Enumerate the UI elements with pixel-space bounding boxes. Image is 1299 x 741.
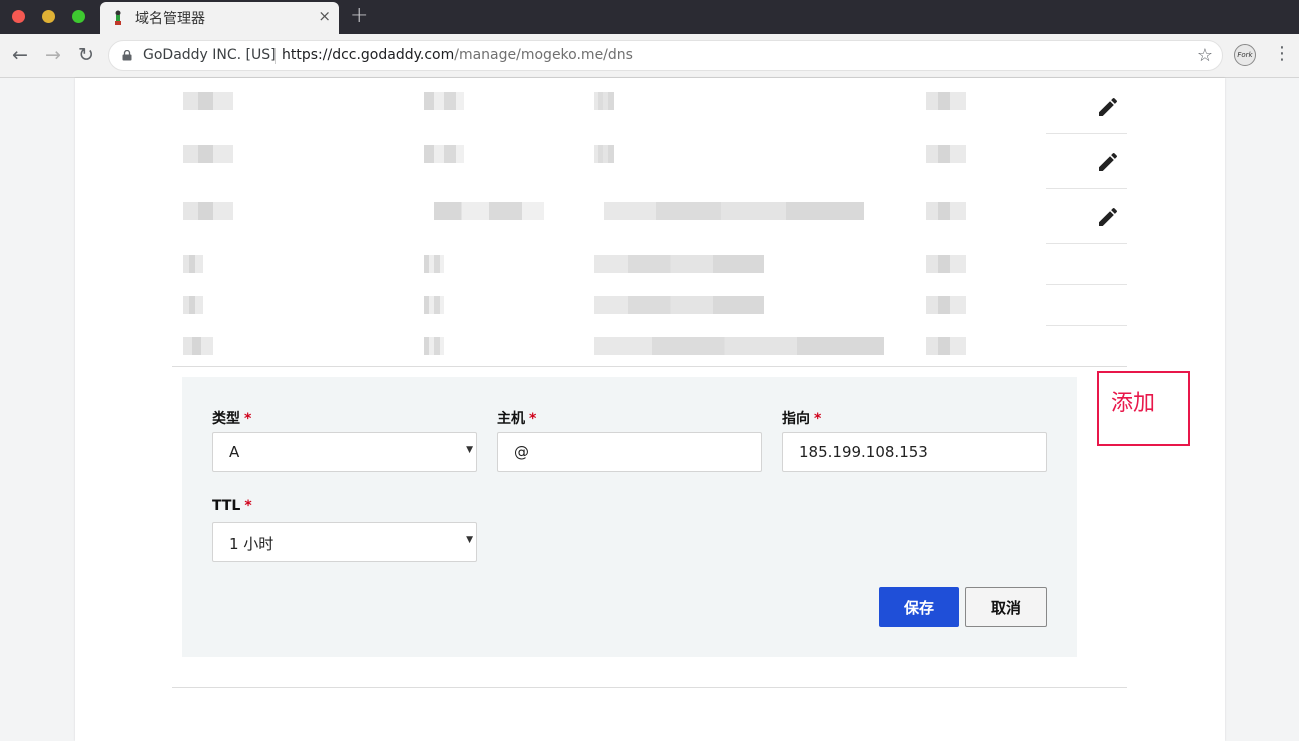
redacted-cell	[424, 145, 464, 163]
save-button[interactable]: 保存	[879, 587, 959, 627]
godaddy-favicon-icon	[115, 10, 121, 25]
ttl-label: TTL *	[212, 498, 252, 514]
browser-menu-icon[interactable]: ⋮	[1273, 44, 1291, 64]
profile-avatar[interactable]: Fork	[1234, 44, 1256, 66]
redacted-cell	[183, 337, 213, 355]
host-input[interactable]: @	[497, 432, 762, 472]
tab-close-icon[interactable]: ×	[318, 7, 331, 25]
dns-records-card: 类型 * A ▼ 主机 * @ 指向 * 185.199.108.153 TTL * 1…	[75, 78, 1225, 741]
pencil-icon[interactable]	[1096, 95, 1120, 119]
required-mark: *	[529, 411, 537, 427]
url-path: /manage/mogeko.me/dns	[454, 47, 633, 63]
redacted-cell	[926, 145, 966, 163]
back-arrow-icon[interactable]: ←	[12, 45, 28, 65]
redacted-cell	[594, 255, 764, 273]
table-bottom-divider	[172, 366, 1127, 367]
url-text[interactable]: https://dcc.godaddy.com/manage/mogeko.me…	[282, 47, 633, 63]
redacted-cell	[594, 296, 764, 314]
pencil-icon[interactable]	[1096, 205, 1120, 229]
select-arrow-icon: ▼	[466, 535, 473, 545]
redacted-cell	[424, 255, 444, 273]
add-annotation-box: 添加	[1097, 371, 1190, 446]
redacted-cell	[604, 202, 864, 220]
required-mark: *	[244, 498, 252, 514]
url-scheme: https://	[282, 47, 333, 63]
required-mark: *	[814, 411, 822, 427]
redacted-cell	[926, 202, 966, 220]
cancel-button[interactable]: 取消	[965, 587, 1047, 627]
browser-tab[interactable]: 域名管理器 ×	[100, 2, 339, 34]
required-mark: *	[244, 411, 252, 427]
redacted-cell	[424, 337, 444, 355]
select-arrow-icon: ▼	[466, 445, 473, 455]
redacted-cell	[183, 255, 203, 273]
redacted-cell	[594, 145, 614, 163]
address-bar[interactable]: GoDaddy INC. [US] https://dcc.godaddy.co…	[108, 40, 1223, 71]
forward-arrow-icon[interactable]: →	[45, 45, 61, 65]
bookmark-star-icon[interactable]: ☆	[1197, 45, 1213, 66]
section-divider	[172, 687, 1127, 688]
row-divider	[1046, 325, 1127, 326]
redacted-cell	[424, 92, 464, 110]
row-divider	[1046, 243, 1127, 244]
window-minimize-button[interactable]	[42, 10, 55, 23]
redacted-cell	[434, 202, 544, 220]
redacted-cell	[183, 145, 233, 163]
tab-title: 域名管理器	[135, 11, 205, 27]
host-label: 主机 *	[497, 411, 537, 427]
row-divider	[1046, 188, 1127, 189]
ttl-select-value: 1 小时	[229, 535, 274, 553]
redacted-cell	[183, 296, 203, 314]
redacted-cell	[424, 296, 444, 314]
points-to-input-value: 185.199.108.153	[799, 443, 928, 461]
redacted-cell	[926, 337, 966, 355]
lock-icon	[122, 50, 132, 61]
redacted-cell	[926, 92, 966, 110]
new-tab-icon[interactable]: +	[350, 3, 368, 28]
url-host: dcc.godaddy.com	[332, 47, 455, 63]
points-to-input[interactable]: 185.199.108.153	[782, 432, 1047, 472]
redacted-cell	[926, 296, 966, 314]
redacted-cell	[183, 92, 233, 110]
row-divider	[1046, 284, 1127, 285]
redacted-cell	[594, 337, 884, 355]
pencil-icon[interactable]	[1096, 150, 1120, 174]
type-select[interactable]: A ▼	[212, 432, 477, 472]
row-divider	[1046, 133, 1127, 134]
type-select-value: A	[229, 443, 240, 461]
host-input-value: @	[514, 443, 529, 461]
points-to-label: 指向 *	[782, 411, 822, 427]
add-record-form: 类型 * A ▼ 主机 * @ 指向 * 185.199.108.153 TTL * 1…	[182, 377, 1077, 657]
site-organization: GoDaddy INC. [US]	[143, 47, 276, 63]
ttl-select[interactable]: 1 小时 ▼	[212, 522, 477, 562]
browser-toolbar: ← → ↻ GoDaddy INC. [US] https://dcc.goda…	[0, 34, 1299, 78]
address-separator	[275, 48, 276, 64]
window-close-button[interactable]	[12, 10, 25, 23]
redacted-cell	[926, 255, 966, 273]
reload-icon[interactable]: ↻	[78, 45, 94, 65]
browser-titlebar: 域名管理器 × +	[0, 0, 1299, 34]
type-label: 类型 *	[212, 411, 252, 427]
window-maximize-button[interactable]	[72, 10, 85, 23]
redacted-cell	[594, 92, 614, 110]
redacted-cell	[183, 202, 233, 220]
